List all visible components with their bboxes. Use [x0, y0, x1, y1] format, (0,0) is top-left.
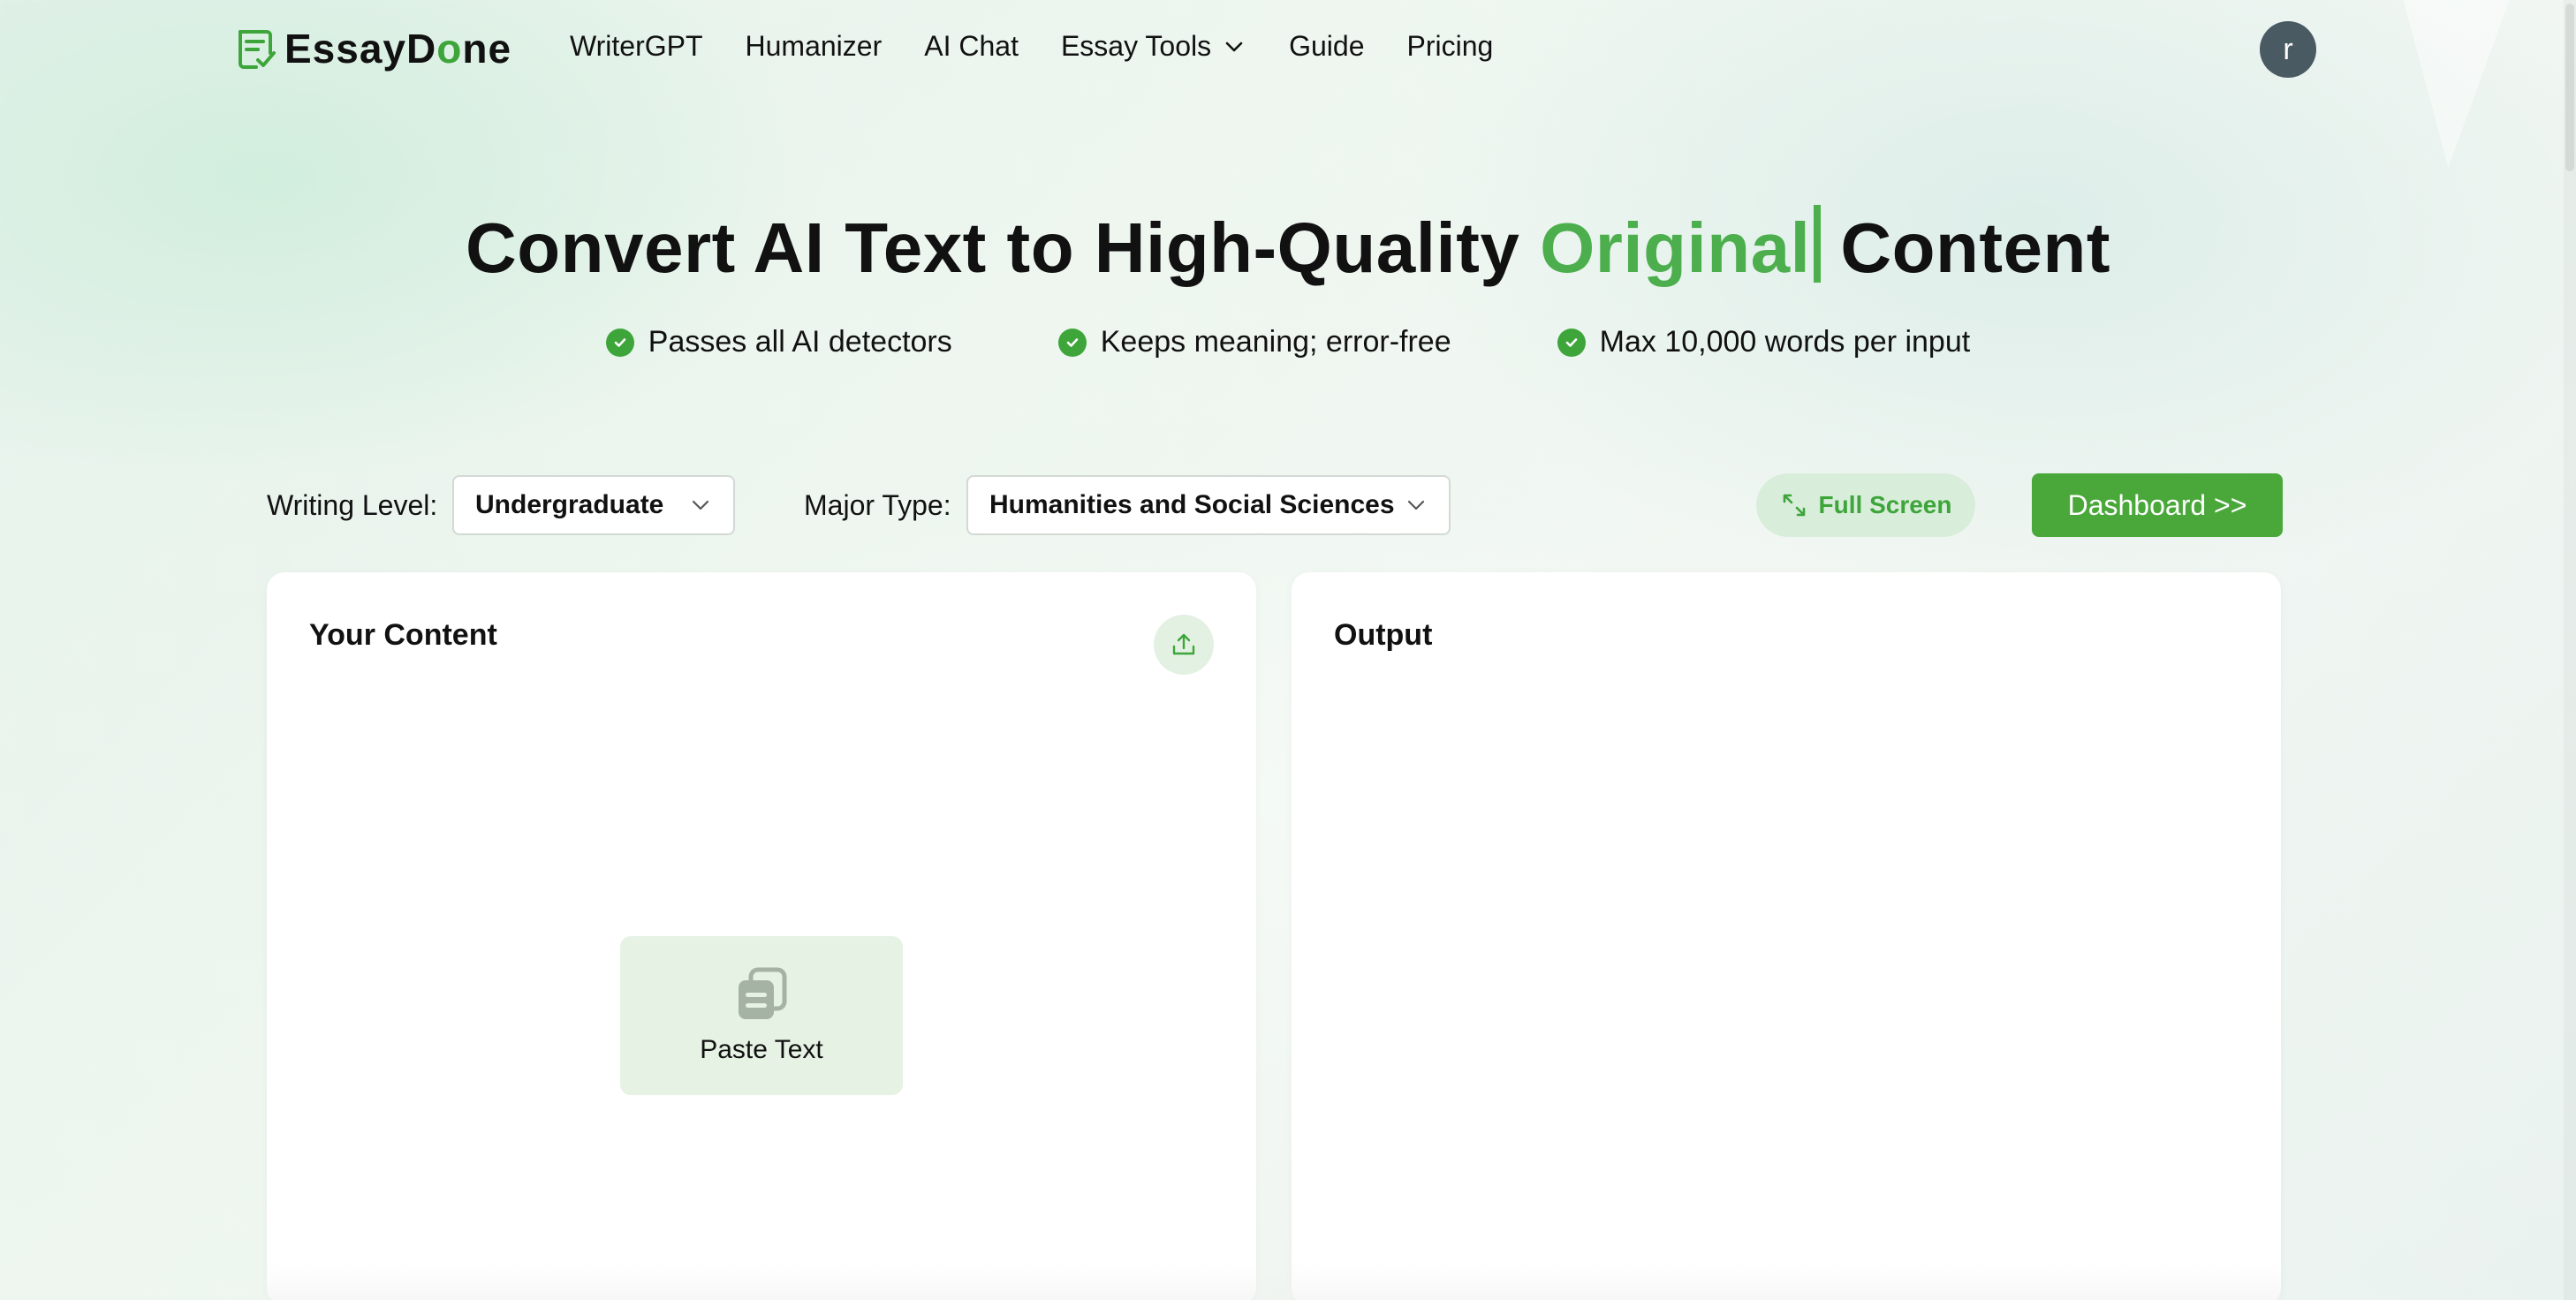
check-circle-icon — [605, 328, 634, 357]
dashboard-button[interactable]: Dashboard >> — [2032, 473, 2283, 537]
chevron-down-icon — [692, 500, 709, 510]
upload-button[interactable] — [1154, 615, 1214, 675]
check-circle-icon — [1557, 328, 1586, 357]
feature-item: Passes all AI detectors — [605, 325, 952, 359]
logo-text: EssayDone — [284, 26, 512, 72]
typing-cursor — [1814, 205, 1822, 283]
writing-level-label: Writing Level: — [267, 489, 438, 521]
bottom-fade — [267, 1263, 2281, 1300]
fullscreen-button[interactable]: Full Screen — [1756, 473, 1975, 537]
top-navigation: EssayDone WriterGPT Humanizer AI Chat Es… — [0, 0, 2576, 99]
page-title: Convert AI Text to High-Quality Original… — [0, 205, 2576, 289]
output-panel: Output — [1292, 572, 2281, 1300]
page-scrollbar[interactable] — [2564, 0, 2576, 1300]
output-panel-title: Output — [1334, 618, 1433, 652]
nav-links: WriterGPT Humanizer AI Chat Essay Tools … — [570, 30, 1535, 63]
feature-item: Max 10,000 words per input — [1557, 325, 1970, 359]
title-accent-word: Original — [1540, 208, 1811, 287]
logo[interactable]: EssayDone — [233, 25, 511, 72]
nav-link-ai-chat[interactable]: AI Chat — [924, 30, 1019, 63]
input-panel[interactable]: Your Content Paste Text — [267, 572, 1256, 1300]
upload-icon — [1172, 633, 1195, 655]
nav-link-essay-tools[interactable]: Essay Tools — [1061, 30, 1246, 63]
chevron-down-icon — [1407, 500, 1425, 510]
nav-link-guide[interactable]: Guide — [1289, 30, 1364, 63]
input-panel-title: Your Content — [309, 618, 497, 652]
major-type-label: Major Type: — [804, 489, 951, 521]
user-avatar[interactable]: r — [2260, 21, 2316, 78]
major-type-select[interactable]: Humanities and Social Sciences — [966, 475, 1451, 535]
paste-text-button[interactable]: Paste Text — [620, 936, 903, 1095]
nav-link-writergpt[interactable]: WriterGPT — [570, 30, 703, 63]
expand-icon — [1783, 494, 1805, 517]
feature-item: Keeps meaning; error-free — [1057, 325, 1451, 359]
check-circle-icon — [1057, 328, 1087, 357]
nav-link-humanizer[interactable]: Humanizer — [746, 30, 883, 63]
nav-link-pricing[interactable]: Pricing — [1407, 30, 1494, 63]
writing-level-select[interactable]: Undergraduate — [452, 475, 735, 535]
logo-icon — [239, 30, 276, 69]
paste-icon — [739, 967, 787, 1019]
chevron-down-icon — [1225, 42, 1243, 51]
humanizer-controls: Writing Level: Undergraduate Major Type:… — [267, 473, 2283, 537]
feature-list: Passes all AI detectors Keeps meaning; e… — [0, 325, 2576, 359]
